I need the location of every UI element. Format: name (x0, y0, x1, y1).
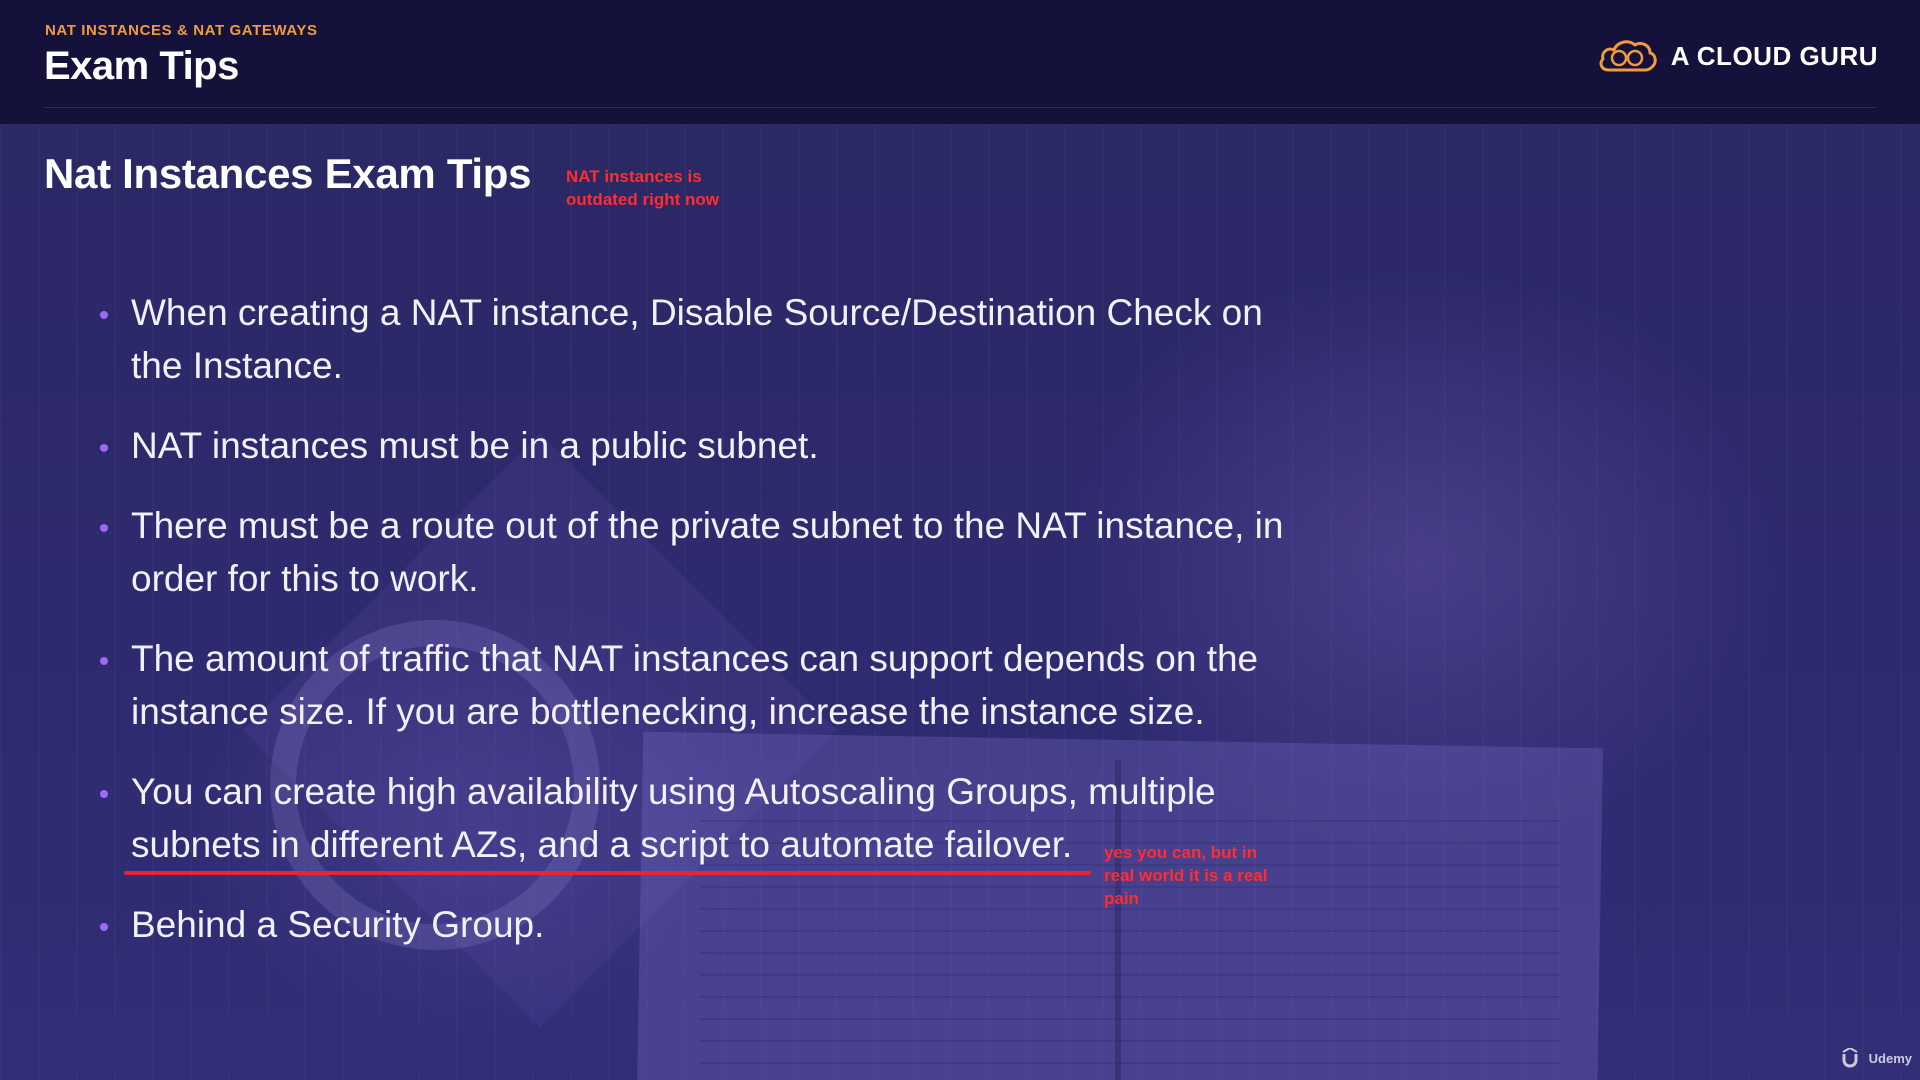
list-item-text: There must be a route out of the private… (131, 505, 1284, 599)
udemy-label: Udemy (1868, 1050, 1912, 1066)
bullet-dot-icon (100, 444, 108, 452)
header-title: Exam Tips (44, 44, 239, 88)
annotation-underline (124, 871, 1091, 875)
annotation-failover-note: yes you can, but in real world it is a r… (1104, 843, 1268, 908)
list-item: The amount of traffic that NAT instances… (100, 632, 1310, 738)
bullet-dot-icon (100, 790, 108, 798)
brand-logo-group: A CLOUD GURU (1595, 34, 1878, 78)
brand-name: A CLOUD GURU (1670, 40, 1878, 71)
udemy-logo-icon (1842, 1048, 1858, 1068)
list-item: NAT instances must be in a public subnet… (100, 419, 1310, 472)
bullet-dot-icon (100, 524, 108, 532)
list-item: When creating a NAT instance, Disable So… (100, 286, 1310, 392)
bullet-dot-icon (100, 657, 108, 665)
section-title: Nat Instances Exam Tips (44, 150, 532, 197)
list-item-text: NAT instances must be in a public subnet… (131, 425, 819, 466)
list-item: There must be a route out of the private… (100, 499, 1310, 605)
list-item-text: The amount of traffic that NAT instances… (131, 638, 1259, 732)
cloud-logo-icon (1599, 40, 1657, 72)
bullet-dot-icon (100, 311, 108, 319)
annotation-outdated-note: NAT instances is outdated right now (566, 167, 719, 209)
header-divider (44, 107, 1876, 108)
list-item-text: You can create high availability using A… (131, 771, 1216, 865)
list-item-text: Behind a Security Group. (131, 904, 545, 945)
bullet-dot-icon (100, 923, 108, 931)
slide-header: NAT INSTANCES & NAT GATEWAYS Exam Tips A… (0, 0, 1920, 124)
list-item-text: When creating a NAT instance, Disable So… (131, 292, 1263, 386)
slide: NAT INSTANCES & NAT GATEWAYS Exam Tips A… (0, 0, 1920, 1080)
udemy-watermark: Udemy (1841, 1048, 1912, 1068)
header-eyebrow: NAT INSTANCES & NAT GATEWAYS (45, 22, 318, 39)
